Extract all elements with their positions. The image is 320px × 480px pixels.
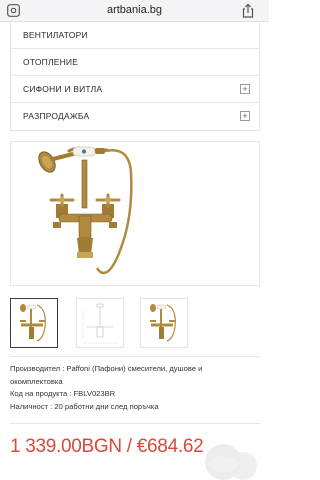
- menu-item-label: ОТОПЛЕНИЕ: [23, 57, 79, 67]
- browser-address-bar[interactable]: artbania.bg: [0, 0, 269, 22]
- product-price: 1 339.00BGN / €684.62: [10, 436, 204, 457]
- menu-item-label: СИФОНИ И ВИТЛА: [23, 84, 103, 94]
- menu-item-sale[interactable]: РАЗПРОДАЖБА +: [11, 103, 259, 130]
- product-specs: Производител : Paffoni (Пафони) смесител…: [10, 363, 262, 413]
- thumbnail-bath-mixer-photo-2: [150, 304, 176, 342]
- category-menu: ВЕНТИЛАТОРИ ОТОПЛЕНИЕ СИФОНИ И ВИТЛА + Р…: [10, 22, 260, 131]
- thumbnail-technical-drawing: [82, 303, 117, 344]
- spec-product-code: Код на продукта : FBLV023BR: [10, 389, 116, 399]
- menu-item-label: ВЕНТИЛАТОРИ: [23, 30, 88, 40]
- menu-item-heating[interactable]: ОТОПЛЕНИЕ: [11, 49, 259, 76]
- browser-domain[interactable]: artbania.bg: [0, 4, 269, 16]
- menu-item-label: РАЗПРОДАЖБА: [23, 111, 90, 121]
- expand-plus-icon[interactable]: +: [240, 84, 250, 94]
- thumbnail-bath-mixer-photo: [20, 304, 46, 342]
- thumbnail-1[interactable]: [10, 298, 58, 348]
- share-icon[interactable]: [241, 3, 255, 18]
- spec-manufacturer-continued: окомплектовка: [10, 376, 63, 386]
- bath-mixer-with-hand-shower-photo: [38, 146, 133, 275]
- spec-manufacturer: Производител : Paffoni (Пафони) смесител…: [10, 364, 203, 373]
- expand-plus-icon[interactable]: +: [240, 111, 250, 121]
- product-main-image[interactable]: [10, 141, 260, 286]
- section-divider: [10, 423, 260, 424]
- product-thumbnails: [10, 298, 260, 352]
- watermark-logo: [205, 444, 257, 480]
- menu-item-siphons[interactable]: СИФОНИ И ВИТЛА +: [11, 76, 259, 103]
- thumbnail-3[interactable]: [140, 298, 188, 348]
- menu-item-fans[interactable]: ВЕНТИЛАТОРИ: [11, 22, 259, 49]
- thumbnail-2[interactable]: [76, 298, 124, 348]
- spec-availability: Наличност : 20 работни дни след поръчка: [10, 401, 159, 411]
- section-divider: [10, 356, 260, 357]
